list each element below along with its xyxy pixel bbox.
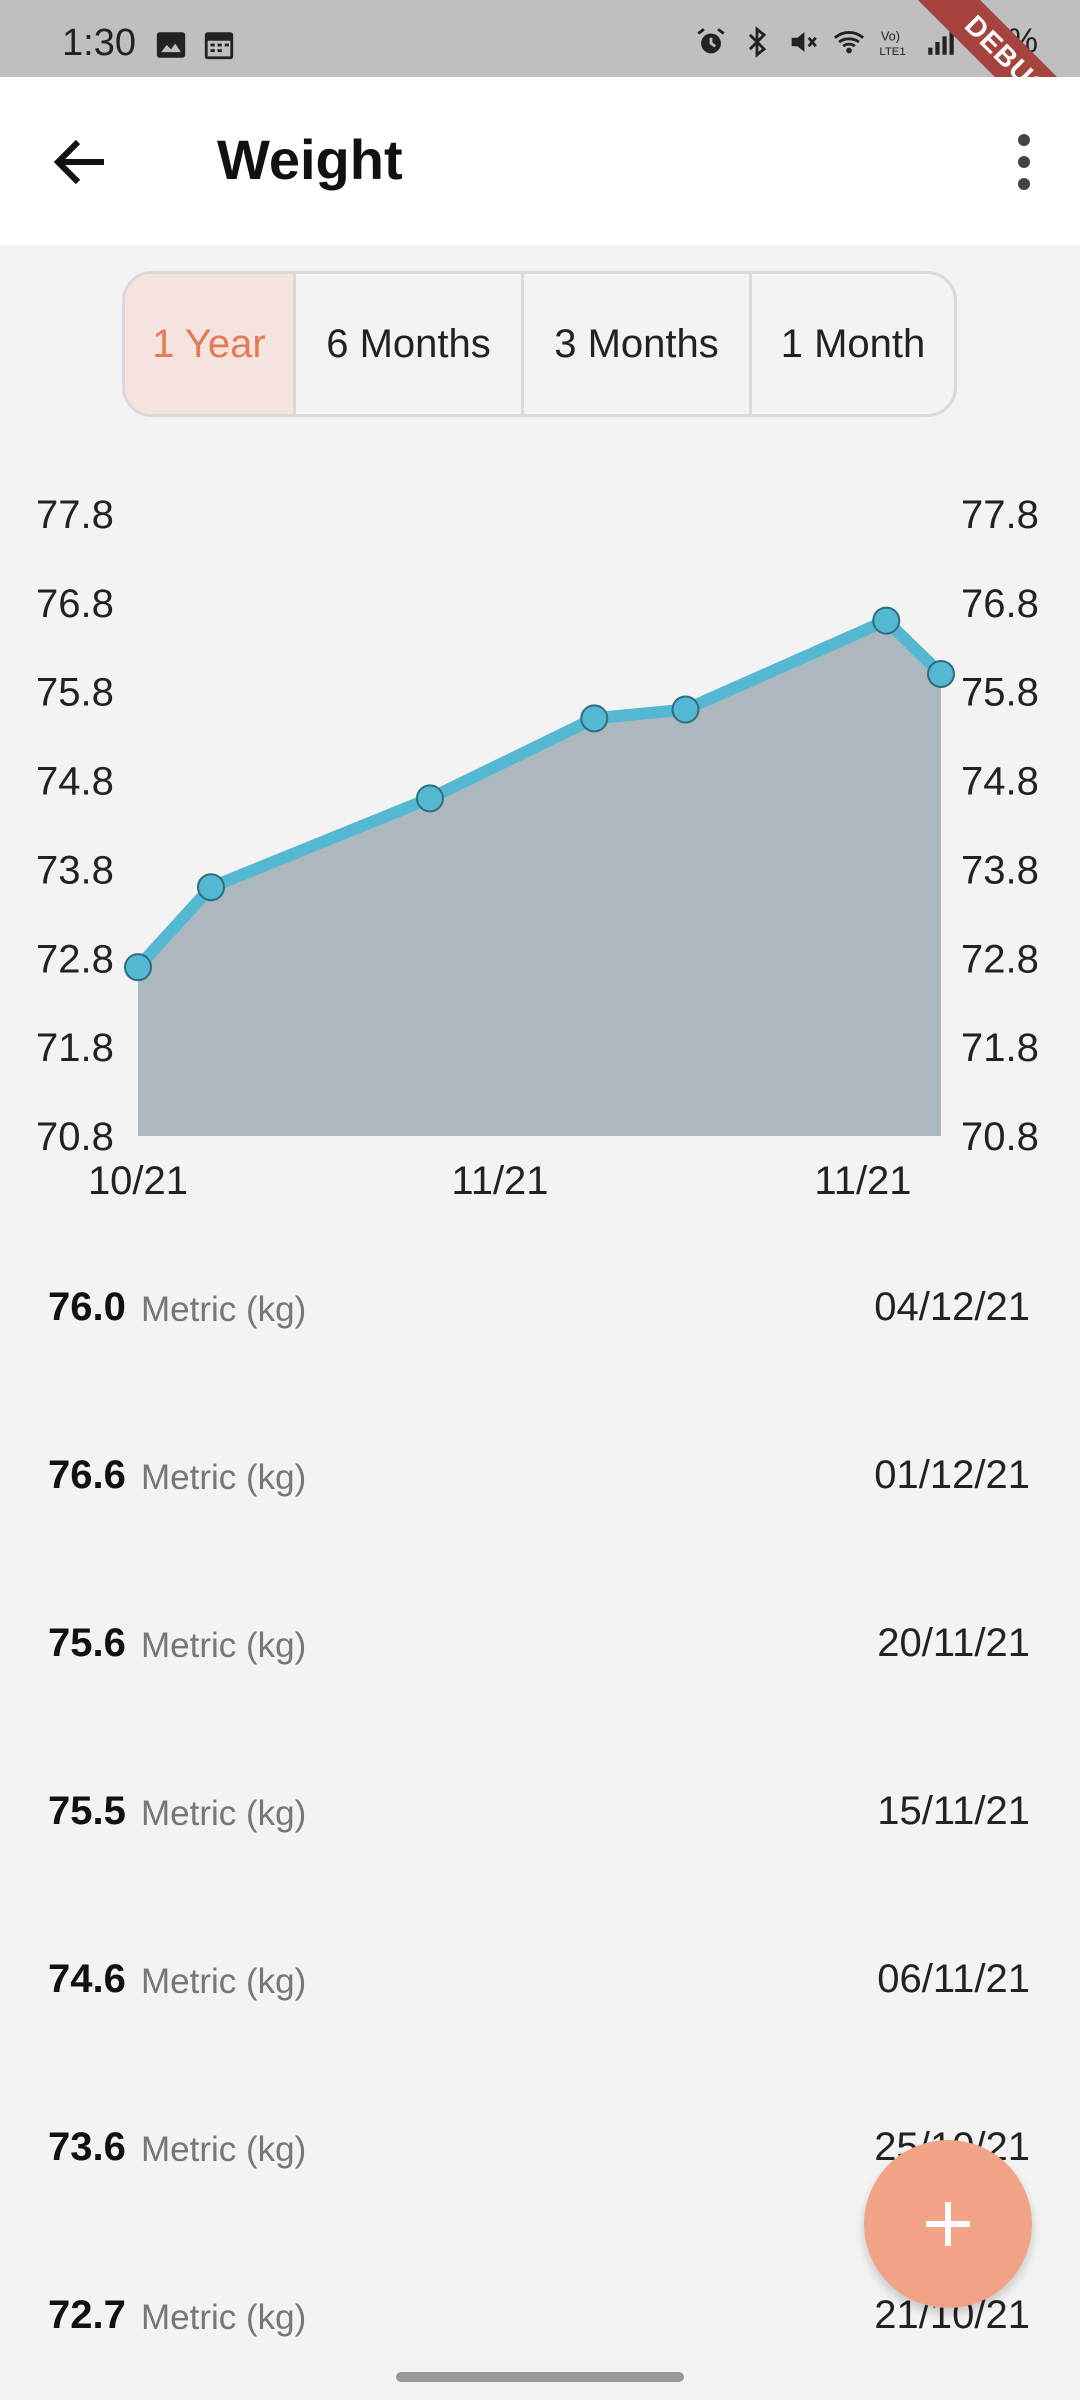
y-tick-label-left: 77.8 [36,493,114,537]
y-tick-label-left: 73.8 [36,848,114,892]
y-tick-label-left: 72.8 [36,937,114,981]
entry-value: 73.6 [48,2125,126,2169]
y-tick-label-left: 70.8 [36,1115,114,1159]
entry-date: 06/11/21 [877,1957,1030,2001]
y-tick-label-right: 76.8 [961,582,1039,626]
tab-1-year[interactable]: 1 Year [125,274,296,414]
weight-entry-row[interactable]: 76.6 Metric (kg) 01/12/21 [0,1423,1080,1523]
entry-date: 15/11/21 [877,1789,1030,1833]
mute-icon [791,31,817,52]
entry-unit: Metric (kg) [141,1290,307,1329]
entry-unit: Metric (kg) [141,1962,307,2001]
status-bar: 1:30 Vo)LTE1 64% DEBUG [0,0,1080,170]
status-left-icons [154,28,236,62]
tab-label: 1 Month [780,321,926,366]
more-options-button[interactable] [992,122,1056,202]
chart-data-point [927,659,955,688]
entry-value: 76.0 [48,1285,126,1329]
entry-value: 75.5 [48,1789,126,1833]
entry-value: 74.6 [48,1957,126,2001]
arrow-left-icon [53,139,104,185]
weight-entry-row[interactable]: 74.6 Metric (kg) 06/11/21 [0,1927,1080,2027]
entry-unit: Metric (kg) [141,1458,307,1497]
tab-3-months[interactable]: 3 Months [524,274,752,414]
y-tick-label-right: 74.8 [961,760,1039,804]
back-button[interactable] [44,122,124,202]
y-tick-label-right: 72.8 [961,937,1039,981]
alarm-icon [697,27,725,53]
calendar-icon [204,32,234,60]
tab-label: 1 Year [152,321,266,366]
chart-data-point [580,704,609,733]
chart-area-fill [138,620,941,1136]
y-tick-label-right: 73.8 [961,848,1039,892]
image-icon [156,32,186,58]
y-tick-label-right: 77.8 [961,493,1039,537]
y-tick-label-right: 70.8 [961,1115,1039,1159]
entry-value: 76.6 [48,1453,126,1497]
chart-data-point [416,784,444,813]
y-tick-label-right: 71.8 [961,1026,1039,1070]
weight-entry-row[interactable]: 75.5 Metric (kg) 15/11/21 [0,1759,1080,1859]
more-vert-icon [1018,134,1030,190]
entry-unit: Metric (kg) [141,2298,307,2337]
gesture-nav-bar[interactable] [396,2372,684,2382]
add-entry-button[interactable] [864,2140,1032,2308]
wifi-icon [833,30,865,53]
range-selector: 1 Year 6 Months 3 Months 1 Month [122,271,957,417]
svg-text:LTE1: LTE1 [879,45,905,57]
chart-data-point [197,873,225,902]
volte-icon: Vo) LTE1 [879,28,905,57]
y-tick-label-left: 71.8 [36,1026,114,1070]
chart-data-point [872,606,901,635]
weight-entry-row[interactable]: 76.0 Metric (kg) 04/12/21 [0,1255,1080,1355]
status-time: 1:30 [62,22,136,64]
svg-text:Vo): Vo) [881,28,900,43]
weight-entry-row[interactable]: 75.6 Metric (kg) 20/11/21 [0,1591,1080,1691]
app-bar: Weight [0,77,1080,245]
entry-unit: Metric (kg) [141,1794,307,1833]
entry-value: 72.7 [48,2293,126,2337]
tab-1-month[interactable]: 1 Month [752,274,954,414]
y-tick-label-left: 75.8 [36,671,114,715]
entry-date: 04/12/21 [874,1285,1030,1329]
entry-unit: Metric (kg) [141,1626,307,1665]
weight-chart: 77.8 77.8 76.8 76.8 75.8 75.8 74.8 74.8 73.8 73.8… [36,493,1039,1203]
y-tick-label-right: 75.8 [961,671,1039,715]
tab-label: 6 Months [326,321,491,366]
plus-icon [926,2202,970,2246]
tab-6-months[interactable]: 6 Months [296,274,524,414]
entry-value: 75.6 [48,1621,126,1665]
tab-label: 3 Months [554,321,719,366]
entry-date: 20/11/21 [877,1621,1030,1665]
x-tick-label: 11/21 [451,1159,548,1203]
y-tick-label-left: 76.8 [36,582,114,626]
chart-data-point [671,695,700,724]
entry-date: 01/12/21 [874,1453,1030,1497]
x-tick-label: 11/21 [814,1159,911,1203]
page-title: Weight [217,128,403,191]
y-tick-label-left: 74.8 [36,760,114,804]
entry-unit: Metric (kg) [141,2130,307,2169]
bluetooth-icon [748,25,767,58]
x-tick-label: 10/21 [88,1159,188,1203]
chart-data-point [124,953,152,982]
